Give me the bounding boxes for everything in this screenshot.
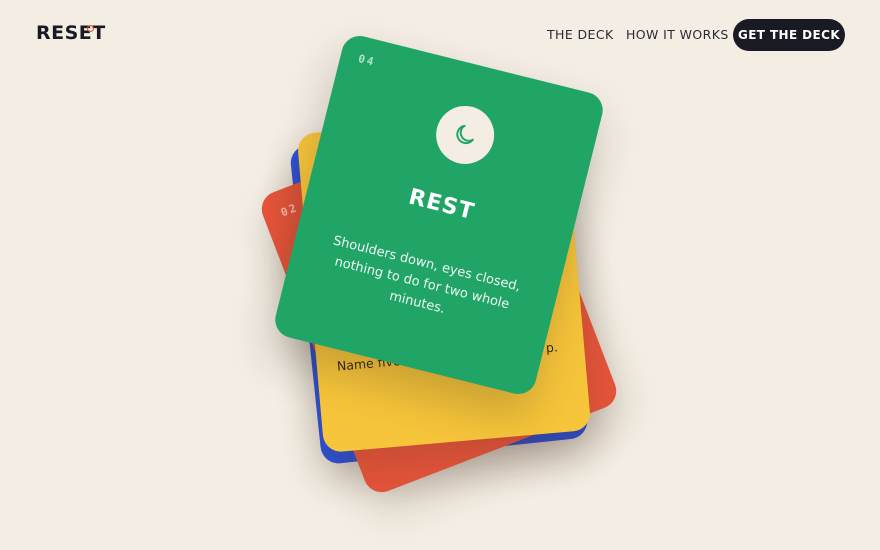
moon-icon: [456, 124, 474, 145]
card-number: 04: [356, 52, 377, 69]
card-body-text: Shoulders down, eyes closed, nothing to …: [331, 233, 523, 317]
card-number: 02: [279, 200, 300, 220]
card-stack: 02 0 Name five ... and let the spiral ..…: [0, 0, 880, 550]
card-icon-badge: [429, 99, 501, 171]
